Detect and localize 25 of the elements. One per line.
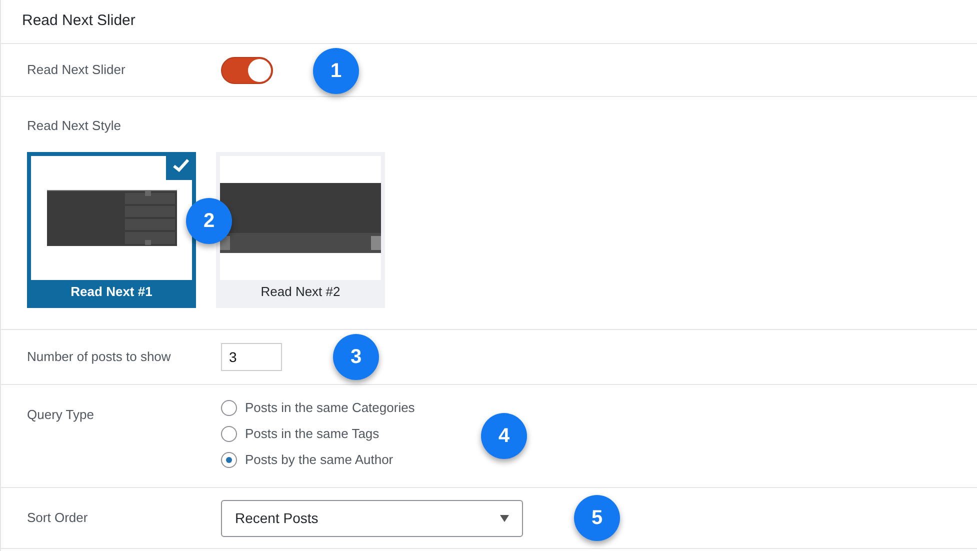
- caret-icon: [500, 514, 509, 522]
- panel-title: Read Next Slider: [22, 11, 136, 32]
- setting-label: Read Next Slider: [26, 61, 126, 80]
- radio-label[interactable]: Posts in the same Categories: [245, 398, 415, 418]
- setting-label: Query Type: [26, 406, 95, 424]
- radio-label[interactable]: Posts in the same Tags: [245, 424, 380, 444]
- style-label: Read Next #1: [70, 282, 154, 301]
- setting-label: Sort Order: [26, 509, 89, 528]
- radio-button[interactable]: [221, 400, 237, 416]
- style-option[interactable]: Read Next #1: [27, 152, 196, 308]
- step-badge: 4: [481, 413, 527, 459]
- step-badge: 1: [313, 48, 359, 94]
- radio-label[interactable]: Posts by the same Author: [245, 450, 394, 470]
- step-badge: 5: [574, 495, 620, 541]
- setting-label: Number of posts to show: [26, 348, 172, 366]
- step-badge: 3: [333, 334, 379, 380]
- number-field[interactable]: 3: [221, 343, 282, 371]
- style-label: Read Next #2: [260, 282, 342, 301]
- toggle-switch[interactable]: [221, 56, 273, 84]
- style-option[interactable]: Read Next #2: [216, 152, 385, 308]
- radio-button[interactable]: [221, 426, 237, 442]
- sort-dropdown[interactable]: Recent Posts: [221, 500, 523, 536]
- radio-button[interactable]: [221, 452, 237, 468]
- check-icon: [173, 159, 189, 172]
- setting-label: Read Next Style: [26, 117, 122, 135]
